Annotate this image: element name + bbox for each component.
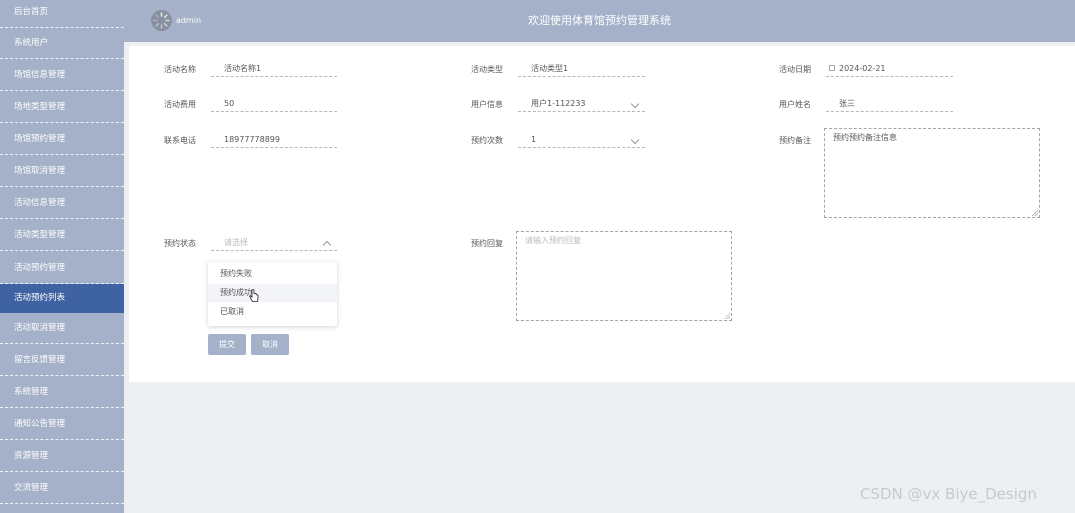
activity-fee-input[interactable]: 50: [211, 96, 337, 112]
booking-reply-placeholder: 请输入预约回复: [525, 236, 581, 245]
phone-input[interactable]: 18977778899: [211, 132, 337, 148]
sidebar-item-activity-type[interactable]: 活动类型管理: [0, 220, 124, 251]
watermark: CSDN @vx Biye_Design: [860, 485, 1037, 503]
submit-button[interactable]: 提交: [208, 334, 246, 355]
cancel-button[interactable]: 取消: [251, 334, 289, 355]
sidebar-item-activity-booking-list[interactable]: 活动预约列表: [0, 284, 124, 313]
status-dropdown-menu: 预约失败 预约成功 已取消: [208, 262, 337, 326]
sidebar-item-notice[interactable]: 通知公告管理: [0, 409, 124, 440]
user-name-value: 张三: [839, 99, 855, 108]
booking-note-label: 预约备注: [779, 136, 811, 145]
booking-status-placeholder: 请选择: [224, 238, 248, 247]
resize-handle-icon[interactable]: [1032, 210, 1038, 216]
sidebar-item-field-type[interactable]: 场地类型管理: [0, 92, 124, 123]
sidebar-item-activity-info[interactable]: 活动信息管理: [0, 188, 124, 219]
sidebar-item-resource[interactable]: 资源管理: [0, 441, 124, 472]
sidebar-item-venue-info[interactable]: 场馆信息管理: [0, 60, 124, 91]
activity-name-input[interactable]: 活动名称1: [211, 61, 337, 77]
sidebar-item-venue-cancel[interactable]: 场馆取消管理: [0, 156, 124, 187]
calendar-icon: [829, 65, 835, 71]
activity-name-label: 活动名称: [164, 65, 196, 74]
sidebar-item-feedback[interactable]: 留言反馈管理: [0, 345, 124, 376]
activity-date-label: 活动日期: [779, 65, 811, 74]
activity-type-label: 活动类型: [471, 65, 503, 74]
booking-reply-label: 预约回复: [471, 239, 503, 248]
activity-type-value: 活动类型1: [531, 64, 569, 73]
booking-status-select[interactable]: 请选择: [211, 235, 337, 251]
user-info-select[interactable]: 用户1-112233: [518, 96, 645, 112]
user-info-value: 用户1-112233: [531, 99, 586, 108]
dropdown-option-success[interactable]: 预约成功: [208, 284, 337, 302]
dropdown-option-cancelled[interactable]: 已取消: [208, 303, 337, 321]
hand-cursor-icon: [249, 289, 259, 302]
user-name-label: 用户姓名: [779, 100, 811, 109]
header-bar: admin 欢迎使用体育馆预约管理系统: [124, 0, 1075, 42]
sidebar-item-exchange[interactable]: 交流管理: [0, 473, 124, 504]
sidebar-item-venue-booking[interactable]: 场馆预约管理: [0, 124, 124, 155]
page-title: 欢迎使用体育馆预约管理系统: [528, 14, 671, 27]
dropdown-option-failed[interactable]: 预约失败: [208, 265, 337, 283]
activity-fee-label: 活动费用: [164, 100, 196, 109]
activity-date-input[interactable]: 2024-02-21: [826, 61, 953, 77]
user-info-label: 用户信息: [471, 100, 503, 109]
chevron-down-icon: [630, 135, 640, 145]
booking-status-label: 预约状态: [164, 239, 196, 248]
resize-handle-icon[interactable]: [724, 313, 730, 319]
sidebar-item-system-users[interactable]: 系统用户: [0, 28, 124, 59]
sidebar-item-system[interactable]: 系统管理: [0, 377, 124, 408]
sidebar-item-activity-booking[interactable]: 活动预约管理: [0, 253, 124, 284]
phone-value: 18977778899: [224, 135, 280, 144]
booking-count-select[interactable]: 1: [518, 132, 645, 148]
activity-date-value: 2024-02-21: [839, 64, 886, 73]
chevron-down-icon: [630, 99, 640, 109]
booking-reply-textarea[interactable]: 请输入预约回复: [516, 231, 732, 321]
booking-note-value: 预约预约备注信息: [833, 133, 897, 142]
phone-label: 联系电话: [164, 136, 196, 145]
booking-note-textarea[interactable]: 预约预约备注信息: [824, 128, 1040, 218]
sidebar-item-home[interactable]: 后台首页: [0, 0, 124, 28]
booking-count-label: 预约次数: [471, 136, 503, 145]
activity-name-value: 活动名称1: [224, 64, 262, 73]
sidebar: 后台首页 系统用户 场馆信息管理 场地类型管理 场馆预约管理 场馆取消管理 活动…: [0, 0, 124, 513]
sidebar-item-activity-cancel[interactable]: 活动取消管理: [0, 313, 124, 344]
chevron-up-icon: [322, 240, 332, 250]
activity-type-input[interactable]: 活动类型1: [518, 61, 645, 77]
user-name-input[interactable]: 张三: [826, 96, 953, 112]
activity-fee-value: 50: [224, 99, 235, 108]
booking-count-value: 1: [531, 135, 537, 144]
